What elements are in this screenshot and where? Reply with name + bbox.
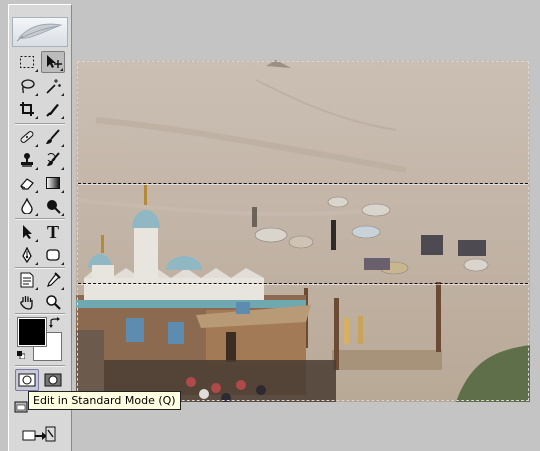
brush-icon — [46, 129, 60, 144]
feather-icon — [16, 23, 63, 42]
crop-tool[interactable] — [15, 98, 39, 120]
pen-tool[interactable] — [15, 244, 39, 266]
healing-brush-tool[interactable] — [15, 126, 39, 148]
history-brush-tool[interactable] — [41, 149, 65, 171]
toolbox-separator — [15, 365, 65, 367]
desert-camel-photo — [76, 60, 530, 402]
eraser-tool[interactable] — [15, 172, 39, 194]
eyedropper-tool[interactable] — [41, 269, 65, 291]
hand-icon — [20, 296, 33, 310]
tools-panel: T — [8, 4, 72, 451]
zoom-tool[interactable] — [41, 291, 65, 313]
history-brush-icon — [47, 152, 60, 166]
arrow-cursor-icon — [23, 225, 32, 239]
standard-mode-icon — [18, 373, 36, 387]
brush-tool[interactable] — [41, 126, 65, 148]
stamp-icon — [21, 153, 33, 167]
foreground-color-swatch[interactable] — [17, 317, 47, 347]
quick-mask-button[interactable] — [41, 369, 65, 391]
crop-icon — [20, 102, 34, 116]
standard-mode-tooltip: Edit in Standard Mode (Q) — [28, 391, 181, 410]
screen-mode-icon — [14, 401, 28, 413]
gradient-icon — [46, 177, 60, 189]
toolbox-header[interactable] — [12, 17, 68, 47]
notes-tool[interactable] — [15, 269, 39, 291]
path-selection-tool[interactable] — [15, 221, 39, 243]
magic-wand-tool[interactable] — [41, 75, 65, 97]
drop-icon — [21, 198, 33, 214]
dodge-tool[interactable] — [41, 195, 65, 217]
eraser-icon — [20, 178, 34, 190]
default-colors-icon[interactable] — [17, 351, 25, 359]
magnifier-icon — [46, 295, 61, 310]
type-tool[interactable]: T — [41, 221, 65, 243]
jump-to-imageready-button[interactable] — [17, 423, 61, 445]
move-arrow-icon — [47, 55, 62, 68]
slice-tool[interactable] — [41, 98, 65, 120]
document-canvas[interactable] — [76, 60, 530, 402]
type-t-icon: T — [46, 222, 59, 242]
slice-knife-icon — [46, 104, 59, 117]
note-icon — [20, 272, 34, 288]
lasso-tool[interactable] — [15, 75, 39, 97]
standard-mode-button[interactable] — [15, 369, 39, 391]
dashed-rectangle-icon — [20, 56, 34, 68]
clone-stamp-tool[interactable] — [15, 149, 39, 171]
toolbox-separator — [15, 123, 65, 125]
swap-colors-icon[interactable] — [49, 317, 61, 329]
move-tool[interactable] — [41, 51, 65, 73]
rounded-rectangle-icon — [46, 249, 60, 261]
pen-nib-icon — [22, 247, 32, 263]
magic-wand-icon — [46, 79, 61, 94]
lasso-icon — [21, 79, 35, 94]
jump-to-imageready-icon — [22, 426, 56, 442]
gradient-tool[interactable] — [41, 172, 65, 194]
eyedropper-icon — [47, 272, 61, 287]
bandage-icon — [20, 131, 34, 143]
shape-tool[interactable] — [41, 244, 65, 266]
blur-tool[interactable] — [15, 195, 39, 217]
marquee-tool[interactable] — [15, 51, 39, 73]
quick-mask-icon — [44, 373, 62, 387]
toolbox-separator — [15, 218, 65, 220]
toolbox-separator — [15, 313, 65, 315]
dodge-icon — [47, 200, 61, 214]
hand-tool[interactable] — [15, 291, 39, 313]
